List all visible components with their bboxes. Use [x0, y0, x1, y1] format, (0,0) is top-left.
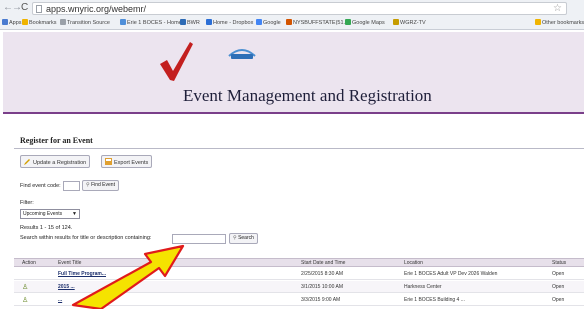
update-registration-label: Update a Registration — [33, 160, 87, 166]
bookmark-icon — [120, 19, 126, 25]
col-start-date: Start Date and Time — [301, 260, 346, 266]
update-registration-button[interactable]: Update a Registration — [20, 155, 91, 168]
bookmark-item[interactable]: Other bookmarks — [535, 19, 584, 26]
bookmark-label: WGRZ-TV — [400, 20, 426, 26]
col-location: Location — [404, 260, 423, 266]
bookmark-icon — [60, 19, 66, 25]
bookmark-item[interactable]: Transition Source — [60, 19, 110, 26]
bookmark-item[interactable]: Apps — [2, 19, 22, 26]
event-status: Open — [552, 271, 565, 277]
table-row: ♙ ... 3/3/2015 9:00 AM Erie 1 BOCES Buil… — [14, 294, 584, 306]
bookmark-star-icon[interactable]: ☆ — [553, 3, 562, 14]
bookmark-label: Transition Source — [67, 20, 110, 26]
col-action: Action — [22, 260, 36, 266]
col-event-title: Event Title — [58, 260, 82, 266]
bookmark-icon — [206, 19, 212, 25]
banner-title: Event Management and Registration — [183, 86, 432, 105]
bookmark-item[interactable]: Erie 1 BOCES - Home — [120, 19, 182, 26]
bookmark-label: NYSBUFFSTATE(51... — [293, 20, 349, 26]
register-icon[interactable]: ♙ — [22, 283, 28, 291]
bookmark-icon — [393, 19, 399, 25]
event-start: 2/25/2015 8:30 AM — [301, 271, 343, 277]
event-status: Open — [552, 284, 565, 290]
bookmark-label: Google — [263, 20, 281, 26]
reload-icon[interactable]: C — [21, 3, 28, 13]
bookmark-icon — [22, 19, 28, 25]
filter-select-value: Upcoming Events — [23, 211, 63, 217]
col-status: Status — [552, 260, 567, 266]
bookmark-label: Erie 1 BOCES - Home — [127, 20, 182, 26]
page-icon — [36, 5, 42, 13]
event-title-link[interactable]: 2015 ... — [58, 284, 75, 290]
bookmark-item[interactable]: Bookmarks — [22, 19, 57, 26]
bookmark-icon — [286, 19, 292, 25]
wnyric-logo — [228, 49, 256, 59]
search-button-label: Search — [238, 235, 254, 241]
event-title-link[interactable]: Full Time Program... — [58, 271, 106, 277]
event-status: Open — [552, 297, 565, 303]
chevron-down-icon: ▼ — [72, 211, 77, 217]
search-input[interactable] — [172, 234, 226, 244]
find-event-button[interactable]: ⚲ Find Event — [82, 180, 119, 191]
panel-header: Register for an Event — [14, 124, 584, 149]
address-text: apps.wnyric.org/webemr/ — [46, 4, 147, 14]
register-icon[interactable]: ♙ — [22, 296, 28, 304]
event-start: 3/1/2015 10:00 AM — [301, 284, 343, 290]
event-location: Erie 1 BOCES Building 4 ... — [404, 297, 465, 303]
find-event-label: Find event code: — [20, 183, 61, 189]
bookmark-icon — [535, 19, 541, 25]
bookmark-item[interactable]: Google — [256, 19, 281, 26]
bookmark-item[interactable]: NYSBUFFSTATE(51... — [286, 19, 348, 26]
event-code-input[interactable] — [63, 181, 80, 191]
table-row: Full Time Program... 2/25/2015 8:30 AM E… — [14, 268, 584, 280]
event-title-link[interactable]: ... — [58, 297, 62, 303]
browser-chrome: ← → C apps.wnyric.org/webemr/ ☆ Apps Book… — [0, 0, 584, 30]
bookmark-item[interactable]: WGRZ-TV — [393, 19, 426, 26]
search-label: Search within results for title or descr… — [20, 235, 152, 241]
bookmark-label: Home - Dropbox — [213, 20, 254, 26]
pencil-icon — [24, 158, 31, 165]
bookmark-label: Apps — [9, 20, 22, 26]
bookmark-icon — [345, 19, 351, 25]
bookmark-item[interactable]: Home - Dropbox — [206, 19, 253, 26]
results-count: Results 1 - 15 of 124. — [20, 225, 73, 231]
event-location: Erie 1 BOCES Adult VP Dev 2026 Walden — [404, 271, 498, 277]
bookmark-label: Other bookmarks — [542, 20, 584, 26]
panel-title: Register for an Event — [20, 136, 93, 145]
table-header: Action Event Title Start Date and Time L… — [14, 258, 584, 267]
address-bar[interactable]: apps.wnyric.org/webemr/ ☆ — [32, 2, 567, 15]
search-button[interactable]: ⚲ Search — [229, 233, 258, 244]
checkmark-icon — [160, 42, 193, 81]
bookmark-icon — [256, 19, 262, 25]
event-location: Harkness Center — [404, 284, 442, 290]
bookmark-item[interactable]: Google Maps — [345, 19, 385, 26]
bookmark-label: Bookmarks — [29, 20, 57, 26]
bookmark-label: Google Maps — [352, 20, 385, 26]
bookmark-label: BWR — [187, 20, 200, 26]
register-panel: Register for an Event Update a Registrat… — [14, 124, 584, 309]
filter-label: Filter: — [20, 200, 34, 206]
event-start: 3/3/2015 9:00 AM — [301, 297, 341, 303]
find-event-button-label: Find Event — [91, 182, 115, 188]
bookmark-icon — [180, 19, 186, 25]
browser-nav-row: ← → C apps.wnyric.org/webemr/ ☆ — [0, 0, 584, 17]
filter-select[interactable]: Upcoming Events ▼ — [20, 209, 80, 219]
export-events-button[interactable]: Export Events — [101, 155, 153, 168]
bookmark-icon — [2, 19, 8, 25]
export-icon — [105, 158, 112, 165]
bookmarks-bar: Apps Bookmarks Transition Source Erie 1 BOC… — [0, 18, 584, 30]
export-events-label: Export Events — [114, 160, 149, 166]
bookmark-item[interactable]: BWR — [180, 19, 200, 26]
table-row: ♙ 2015 ... 3/1/2015 10:00 AM Harkness Ce… — [14, 281, 584, 293]
